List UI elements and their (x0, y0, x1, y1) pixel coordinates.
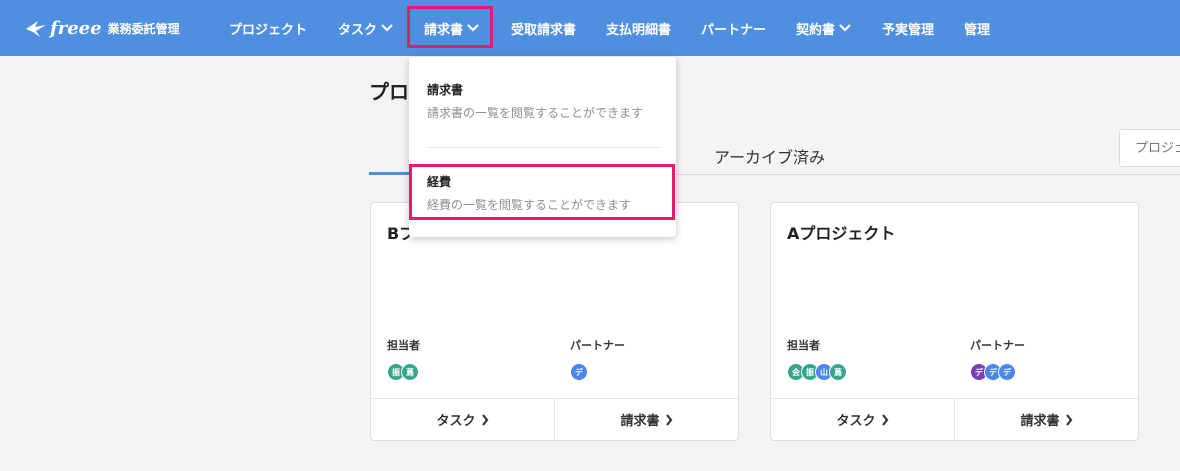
nav-projects[interactable]: プロジェクト (229, 0, 307, 56)
brand-name: freee (50, 17, 102, 39)
nav-tasks[interactable]: タスク (338, 0, 393, 56)
partner-label: パートナー (570, 339, 625, 352)
invoice-button[interactable]: 請求書 (554, 399, 738, 440)
tab-archived[interactable]: アーカイブ済み (714, 144, 825, 168)
project-card-title: Aプロジェクト (787, 224, 896, 243)
nav-label: 支払明細書 (606, 22, 672, 38)
task-button[interactable]: タスク (371, 399, 554, 440)
active-tab-indicator (369, 172, 409, 175)
nav-admin[interactable]: 管理 (964, 0, 990, 56)
nav-received-invoices[interactable]: 受取請求書 (511, 0, 576, 56)
nav-contracts[interactable]: 契約書 (796, 0, 851, 56)
nav-label: 管理 (964, 22, 991, 38)
chevron-down-icon (839, 24, 851, 32)
avatar: デ (998, 363, 1016, 381)
logo[interactable]: freee 業務委託管理 (24, 17, 180, 39)
nav-label: プロジェクト (229, 22, 308, 38)
avatar: デ (570, 363, 588, 381)
nav-partners[interactable]: パートナー (701, 0, 766, 56)
assignee-avatars: 振 蔦 (387, 363, 419, 381)
chevron-right-icon (1065, 413, 1072, 426)
nav-invoices-highlight (407, 6, 493, 48)
nav-label: タスク (338, 22, 378, 38)
expenses-highlight (409, 164, 675, 220)
assignee-label: 担当者 (387, 339, 420, 352)
nav-label: 予実管理 (882, 22, 935, 38)
product-name: 業務委託管理 (107, 21, 180, 36)
invoice-button-label: 請求書 (1020, 414, 1060, 429)
task-button-label: タスク (436, 414, 476, 429)
project-card[interactable]: Bプ 担当者 パートナー 振 蔦 デ タスク 請求書 (370, 202, 739, 441)
top-nav: freee 業務委託管理 プロジェクト タスク 請求書 受取請求書 支払明細書 … (0, 0, 1180, 56)
bird-logo-icon (26, 21, 46, 37)
chevron-right-icon (665, 413, 672, 426)
dropdown-item-description: 請求書の一覧を閲覧することができます (427, 106, 644, 120)
avatar: 蔦 (401, 363, 419, 381)
project-card[interactable]: Aプロジェクト 担当者 パートナー 会 振 山 蔦 デ デ デ タスク 請求書 (770, 202, 1139, 441)
nav-label: 契約書 (796, 22, 836, 38)
task-button-label: タスク (836, 414, 876, 429)
nav-budget-actual[interactable]: 予実管理 (882, 0, 934, 56)
partner-avatars: デ デ デ (970, 363, 1016, 381)
nav-label: 受取請求書 (511, 22, 577, 38)
avatar: 蔦 (829, 363, 847, 381)
assignee-avatars: 会 振 山 蔦 (787, 363, 847, 381)
chevron-right-icon (881, 413, 888, 426)
dropdown-divider (427, 147, 661, 148)
card-footer: タスク 請求書 (771, 398, 1138, 440)
dropdown-item-title: 請求書 (427, 83, 464, 97)
task-button[interactable]: タスク (771, 399, 954, 440)
partner-label: パートナー (970, 339, 1025, 352)
dropdown-item-invoices[interactable]: 請求書 請求書の一覧を閲覧することができます (427, 81, 643, 121)
invoice-button-label: 請求書 (620, 414, 660, 429)
partner-avatars: デ (570, 363, 588, 381)
nav-payment-statements[interactable]: 支払明細書 (606, 0, 671, 56)
chevron-right-icon (481, 413, 488, 426)
invoice-button[interactable]: 請求書 (954, 399, 1138, 440)
assignee-label: 担当者 (787, 339, 820, 352)
nav-label: パートナー (701, 22, 767, 38)
chevron-down-icon (381, 24, 393, 32)
project-search-input[interactable] (1119, 129, 1180, 167)
page-title: プロ (369, 80, 409, 104)
card-footer: タスク 請求書 (371, 398, 738, 440)
